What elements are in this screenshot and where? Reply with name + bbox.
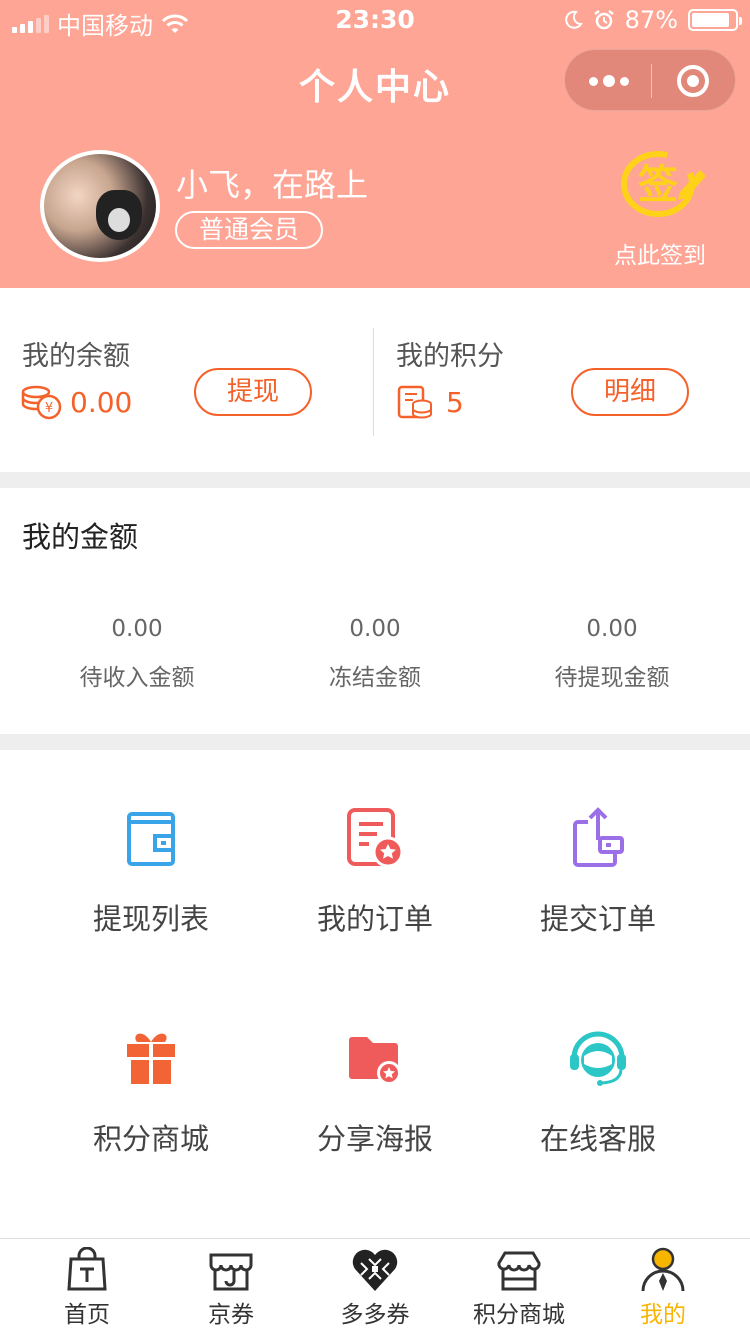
menu-item-my-orders[interactable]: 我的订单: [250, 806, 500, 938]
section-separator: [0, 472, 750, 488]
battery-percent: 87%: [624, 6, 678, 34]
section-separator: [0, 734, 750, 750]
amount-item-pending-income: 0.00 待收入金额: [12, 616, 262, 692]
menu-item-customer-service[interactable]: 在线客服: [473, 1026, 723, 1158]
profile-header: 中国移动 23:30 87% 个人中心 小飞，在路上 普通会员 签 点此签到: [0, 0, 750, 288]
amount-label: 冻结金额: [329, 665, 421, 691]
points-detail-button[interactable]: 明细: [571, 368, 689, 416]
bag-icon: [67, 1247, 107, 1291]
svg-text:签: 签: [638, 162, 678, 208]
balance-value: 0.00: [70, 386, 133, 419]
amounts-section: 我的金额 0.00 待收入金额 0.00 冻结金额 0.00 待提现金额: [0, 488, 750, 734]
user-icon: [641, 1247, 685, 1292]
store-icon: [497, 1251, 541, 1291]
points-title: 我的积分: [396, 341, 504, 372]
amount-label: 待提现金额: [554, 665, 670, 691]
tab-points-mall[interactable]: 积分商城: [444, 1247, 594, 1329]
amounts-title: 我的金额: [22, 520, 139, 554]
customer-service-icon: [570, 1031, 626, 1086]
shop-j-icon: [209, 1253, 253, 1291]
amount-item-frozen: 0.00 冻结金额: [250, 616, 500, 692]
user-name: 小飞，在路上: [176, 166, 369, 204]
amount-value: 0.00: [349, 616, 401, 642]
menu-item-label: 提交订单: [539, 902, 656, 936]
more-menu-icon[interactable]: [589, 67, 629, 95]
submit-order-icon: [573, 807, 624, 867]
signin-label[interactable]: 点此签到: [600, 236, 720, 270]
menu-grid: 提现列表 我的订单 提交订单 积分商城 分享海报 在线客服: [0, 750, 750, 1238]
gift-icon: [127, 1033, 175, 1084]
tab-bar: 首页 京券 多多券 积分商城 我的: [0, 1238, 750, 1334]
menu-item-points-mall[interactable]: 积分商城: [26, 1026, 276, 1158]
menu-item-label: 我的订单: [316, 902, 433, 936]
points-column: 我的积分 5 明细: [374, 288, 750, 472]
menu-item-label: 在线客服: [539, 1122, 656, 1156]
points-value: 5: [446, 386, 464, 419]
amount-value: 0.00: [586, 616, 638, 642]
status-bar: 中国移动 23:30 87%: [0, 0, 750, 40]
alarm-icon: [593, 10, 614, 30]
status-right: 87%: [563, 6, 742, 34]
tab-duoduo-coupon[interactable]: 多多券: [300, 1247, 450, 1329]
tab-mine[interactable]: 我的: [588, 1247, 738, 1329]
capsule-divider: [651, 64, 652, 98]
tab-label: 积分商城: [473, 1302, 565, 1328]
amount-item-pending-withdraw: 0.00 待提现金额: [487, 616, 737, 692]
tab-jd-coupon[interactable]: 京券: [156, 1247, 306, 1329]
member-level-badge: 普通会员: [175, 211, 324, 249]
amount-label: 待收入金额: [79, 665, 195, 691]
folder-star-icon: [349, 1037, 401, 1085]
tab-label: 京券: [208, 1302, 254, 1328]
tab-label: 多多券: [340, 1302, 410, 1328]
signin-icon[interactable]: 签: [618, 146, 708, 222]
tab-label: 首页: [64, 1302, 110, 1328]
order-star-icon: [347, 808, 404, 868]
menu-item-share-poster[interactable]: 分享海报: [250, 1026, 500, 1158]
balance-column: 我的余额 ¥ 0.00 提现: [0, 288, 373, 472]
moon-icon: [564, 10, 583, 29]
amount-value: 0.00: [111, 616, 163, 642]
svg-text:¥: ¥: [45, 401, 53, 416]
avatar[interactable]: [40, 150, 160, 262]
menu-item-submit-order[interactable]: 提交订单: [473, 806, 723, 938]
withdraw-button[interactable]: 提现: [194, 368, 312, 416]
menu-item-label: 分享海报: [316, 1122, 433, 1156]
tab-label: 我的: [640, 1302, 686, 1328]
balance-panel: 我的余额 ¥ 0.00 提现 我的积分 5 明细: [0, 288, 750, 472]
battery-icon: [688, 9, 742, 31]
close-miniprogram-icon[interactable]: [677, 65, 709, 97]
points-icon: [397, 385, 432, 419]
menu-item-label: 积分商城: [92, 1122, 209, 1156]
menu-item-label: 提现列表: [92, 902, 209, 936]
tab-home[interactable]: 首页: [12, 1247, 162, 1329]
wallet-icon: [127, 812, 175, 866]
heart-pattern-icon: [352, 1249, 398, 1291]
miniprogram-capsule: [564, 49, 736, 111]
coins-icon: ¥: [21, 385, 62, 420]
menu-item-withdraw-list[interactable]: 提现列表: [26, 806, 276, 938]
balance-title: 我的余额: [22, 341, 130, 372]
